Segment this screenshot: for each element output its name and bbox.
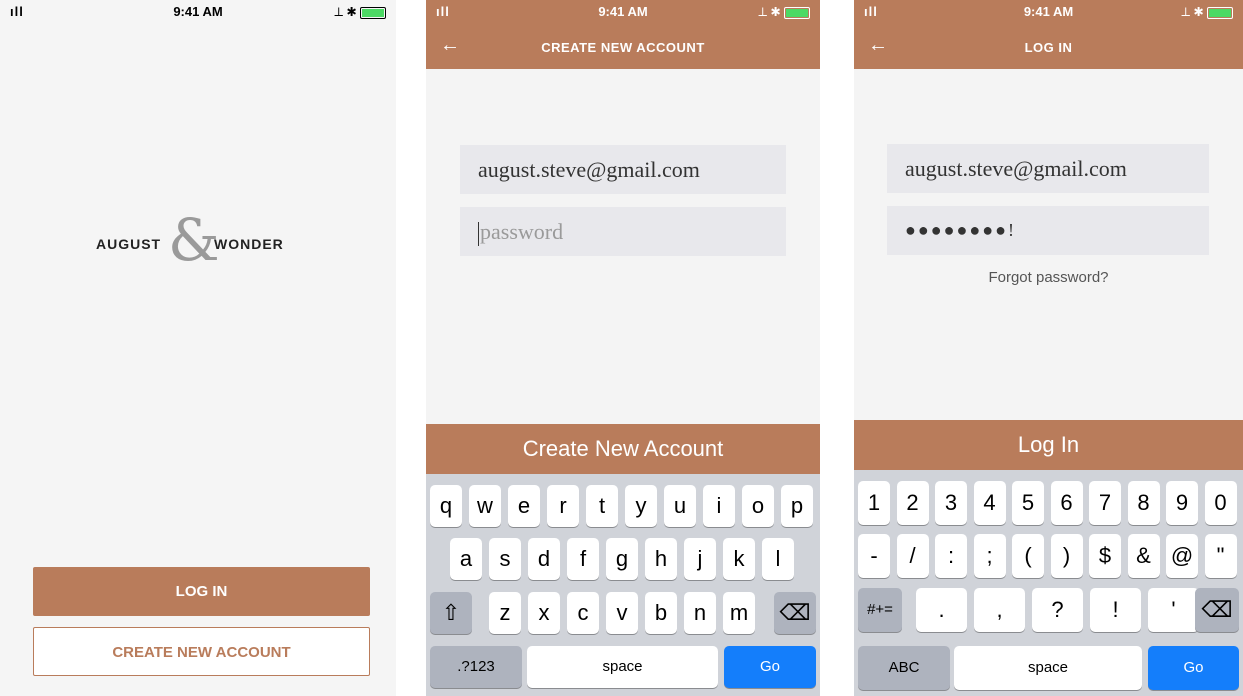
brand-logo: AUGUST & WONDER [0, 210, 396, 270]
page-title: LOG IN [1024, 40, 1073, 55]
space-key[interactable]: space [954, 646, 1142, 690]
create-account-button[interactable]: CREATE NEW ACCOUNT [33, 627, 370, 676]
key-5[interactable]: 6 [1050, 481, 1083, 525]
key-0[interactable]: 1 [858, 481, 890, 525]
key-7[interactable]: 8 [1127, 481, 1160, 525]
key-f[interactable]: f [567, 538, 599, 580]
keyboard: 1 2 3 4 5 6 7 8 9 0 - /:;() $ & @ " #+=.,?! ' ⌫ ABC space Go [854, 470, 1243, 696]
key-v[interactable]: v [606, 592, 638, 634]
key-symbol-2[interactable]: : [935, 534, 967, 578]
key-k[interactable]: k [723, 538, 755, 580]
battery-icon: ⟂ ✱ [1181, 4, 1233, 20]
key-symbol-4[interactable]: ( [1012, 534, 1044, 578]
email-field[interactable]: august.steve@gmail.com [887, 144, 1209, 193]
create-account-submit-button[interactable]: Create New Account [426, 424, 820, 474]
create-account-screen: ıll 9:41 AM ⟂ ✱ ← CREATE NEW ACCOUNT aug… [426, 0, 820, 696]
password-field[interactable]: password [460, 207, 786, 256]
key-symbol-1[interactable]: / [896, 534, 929, 578]
delete-key[interactable]: ⌫ [1195, 588, 1239, 632]
key-punct-2[interactable]: ? [1032, 588, 1083, 632]
status-bar: ıll 9:41 AM ⟂ ✱ [426, 0, 820, 22]
login-submit-button[interactable]: Log In [854, 420, 1243, 470]
logo-ampersand: & [168, 206, 220, 274]
key-w[interactable]: w [469, 485, 501, 527]
key-punct-3[interactable]: ! [1090, 588, 1141, 632]
key-m[interactable]: m [723, 592, 755, 634]
key-g[interactable]: g [606, 538, 638, 580]
key-3[interactable]: 4 [973, 481, 1006, 525]
key-4[interactable]: 5 [1012, 481, 1044, 525]
key-d[interactable]: d [528, 538, 560, 580]
key-n[interactable]: n [684, 592, 716, 634]
symbols-key[interactable]: #+= [858, 588, 902, 632]
key-c[interactable]: c [567, 592, 599, 634]
keyboard: q w e r t y u i o p a s d f g h j k l ⇧ z x c v b n m ⌫ .?123 space Go [426, 474, 820, 696]
key-8[interactable]: 9 [1166, 481, 1198, 525]
alpha-mode-key[interactable]: ABC [858, 646, 950, 690]
forgot-password-link[interactable]: Forgot password? [854, 269, 1243, 286]
login-button[interactable]: LOG IN [33, 567, 370, 616]
key-b[interactable]: b [645, 592, 677, 634]
key-l[interactable]: l [762, 538, 794, 580]
key-symbol-5[interactable]: ) [1050, 534, 1083, 578]
logo-left-text: AUGUST [96, 236, 162, 252]
welcome-screen: ıll 9:41 AM ⟂ ✱ AUGUST & WONDER LOG IN C… [0, 0, 396, 696]
location-bluetooth-icon: ⟂ ✱ [334, 4, 357, 19]
password-field[interactable]: ●●●●●●●●! [887, 206, 1209, 255]
location-bluetooth-icon: ⟂ ✱ [758, 4, 781, 19]
space-key[interactable]: space [527, 646, 718, 688]
key-symbol-8[interactable]: @ [1166, 534, 1198, 578]
key-punct-4[interactable]: ' [1148, 588, 1199, 632]
key-symbol-6[interactable]: $ [1089, 534, 1121, 578]
key-p[interactable]: p [781, 485, 813, 527]
key-j[interactable]: j [684, 538, 716, 580]
key-i[interactable]: i [703, 485, 735, 527]
key-6[interactable]: 7 [1089, 481, 1121, 525]
key-symbol-3[interactable]: ; [973, 534, 1006, 578]
key-punct-0[interactable]: . [916, 588, 967, 632]
key-e[interactable]: e [508, 485, 540, 527]
key-q[interactable]: q [430, 485, 462, 527]
email-field[interactable]: august.steve@gmail.com [460, 145, 786, 194]
password-placeholder: password [480, 219, 564, 244]
go-key[interactable]: Go [1148, 646, 1239, 690]
key-x[interactable]: x [528, 592, 560, 634]
key-symbol-0[interactable]: - [858, 534, 890, 578]
key-t[interactable]: t [586, 485, 618, 527]
key-symbol-9[interactable]: " [1204, 534, 1237, 578]
battery-icon: ⟂ ✱ [334, 4, 386, 20]
key-punct-1[interactable]: , [974, 588, 1025, 632]
shift-key[interactable]: ⇧ [430, 592, 472, 634]
status-bar: ıll 9:41 AM ⟂ ✱ [0, 0, 396, 22]
key-o[interactable]: o [742, 485, 774, 527]
page-title: CREATE NEW ACCOUNT [541, 40, 705, 55]
key-r[interactable]: r [547, 485, 579, 527]
key-y[interactable]: y [625, 485, 657, 527]
key-symbol-7[interactable]: & [1127, 534, 1160, 578]
key-u[interactable]: u [664, 485, 696, 527]
key-a[interactable]: a [450, 538, 482, 580]
battery-icon: ⟂ ✱ [758, 4, 810, 20]
delete-key[interactable]: ⌫ [774, 592, 816, 634]
status-bar: ıll 9:41 AM ⟂ ✱ [854, 0, 1243, 22]
numbers-mode-key[interactable]: .?123 [430, 646, 522, 688]
key-z[interactable]: z [489, 592, 521, 634]
login-screen: ıll 9:41 AM ⟂ ✱ ← LOG IN august.steve@gm… [854, 0, 1243, 696]
key-h[interactable]: h [645, 538, 677, 580]
key-9[interactable]: 0 [1204, 481, 1237, 525]
key-1[interactable]: 2 [896, 481, 929, 525]
key-s[interactable]: s [489, 538, 521, 580]
logo-right-text: WONDER [214, 236, 284, 252]
go-key[interactable]: Go [724, 646, 816, 688]
location-bluetooth-icon: ⟂ ✱ [1181, 4, 1204, 19]
key-2[interactable]: 3 [935, 481, 967, 525]
